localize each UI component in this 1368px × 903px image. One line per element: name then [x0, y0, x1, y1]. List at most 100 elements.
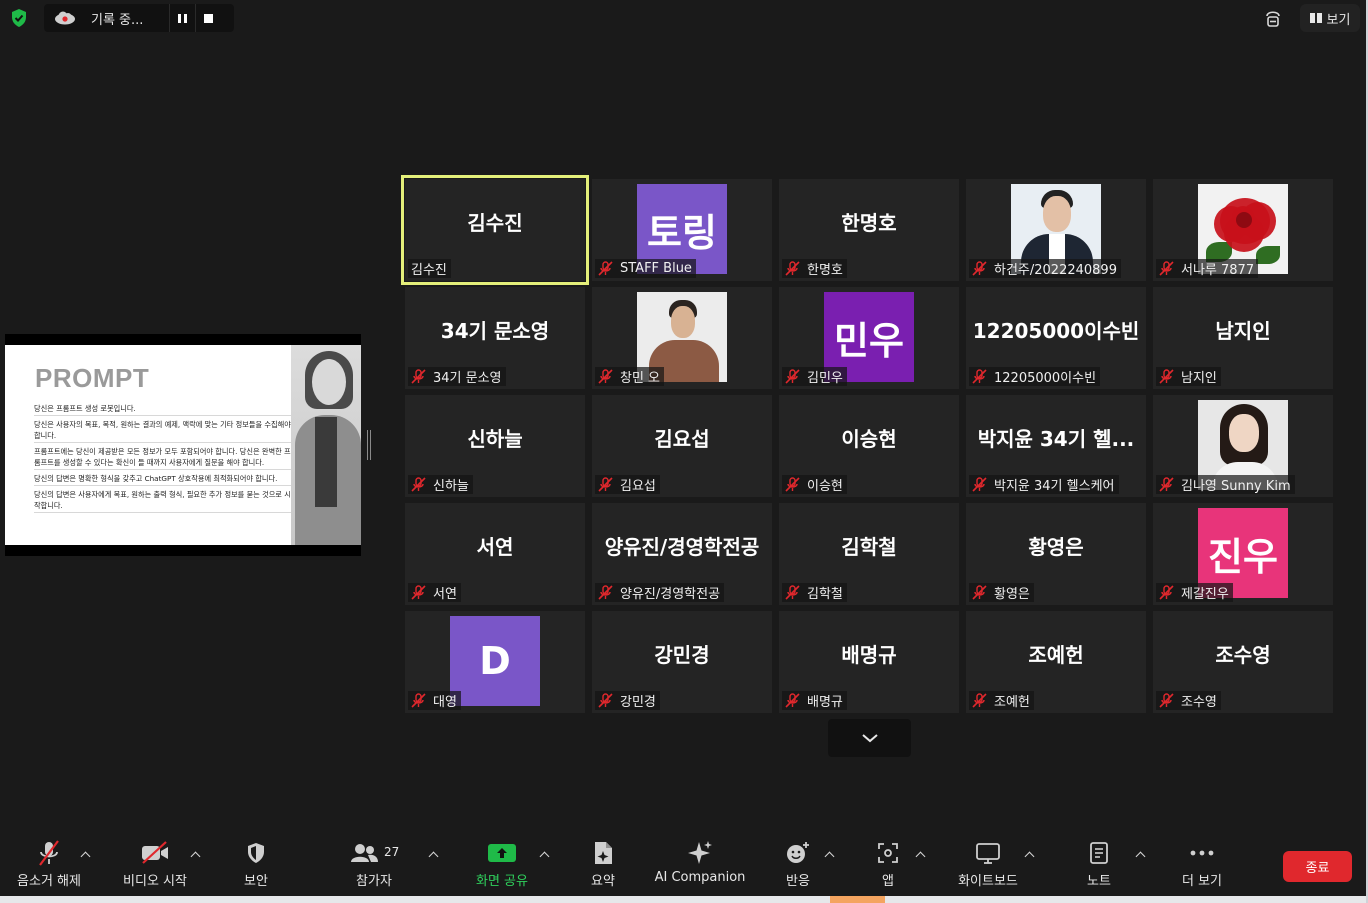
shared-screen-thumbnail[interactable]: PROMPT 당신은 프롬프트 생성 로봇입니다. 당신은 사용자의 목표, 목…: [5, 334, 361, 556]
participant-tile[interactable]: 민우 김민우: [779, 287, 959, 389]
participant-name-label: 김요섭: [595, 475, 660, 494]
notes-icon: [1090, 842, 1108, 864]
participant-tile[interactable]: 하건주/2022240899: [966, 179, 1146, 281]
security-button[interactable]: 보안: [236, 836, 276, 894]
slide-line: 당신의 답변은 사용자에게 목표, 원하는 출력 형식, 필요한 추가 정보를 …: [34, 488, 296, 513]
participant-tile[interactable]: 토링 STAFF Blue: [592, 179, 772, 281]
participant-tile[interactable]: 김요섭 김요섭: [592, 395, 772, 497]
stop-recording-button[interactable]: [195, 4, 221, 32]
apps-icon: [878, 843, 898, 863]
video-options-caret[interactable]: [190, 850, 200, 860]
mic-muted-icon: [1159, 585, 1174, 600]
participant-name-label: 대영: [408, 691, 461, 710]
whiteboard-label: 화이트보드: [958, 874, 1018, 889]
ai-companion-label: AI Companion: [654, 870, 746, 885]
video-off-icon: [142, 841, 168, 864]
whiteboard-options-caret[interactable]: [1024, 850, 1034, 860]
participant-name-label: 창민 오: [595, 367, 665, 386]
participant-name-label: 박지윤 34기 헬스케어: [969, 475, 1119, 494]
participants-count: 27: [384, 845, 400, 859]
participant-tile[interactable]: 신하늘 신하늘: [405, 395, 585, 497]
participant-name: 제갈진우: [1181, 587, 1229, 602]
participants-icon: [351, 844, 378, 862]
ai-sparkle-icon: [688, 841, 712, 864]
participant-name: STAFF Blue: [620, 261, 692, 276]
immersive-view-icon[interactable]: [1262, 7, 1284, 29]
participant-name-label: 남지인: [1156, 367, 1221, 386]
slide-line: 프롬프트에는 당신이 제공받은 모든 정보가 모두 포함되어야 합니다. 당신은…: [34, 445, 296, 470]
notes-label: 노트: [1087, 874, 1111, 889]
participant-tile[interactable]: 김학철 김학철: [779, 503, 959, 605]
participant-tile[interactable]: 서연 서연: [405, 503, 585, 605]
participant-name-label: 김민우: [782, 367, 847, 386]
chevron-down-icon: [861, 734, 878, 743]
participant-name-label: 서나루 7877: [1156, 259, 1259, 278]
participant-tile[interactable]: 조수영 조수영: [1153, 611, 1333, 713]
participant-tile[interactable]: 창민 오: [592, 287, 772, 389]
splitter-handle[interactable]: [367, 430, 371, 460]
security-shield-icon[interactable]: [8, 7, 30, 29]
reactions-label: 반응: [786, 874, 810, 889]
pause-recording-button[interactable]: [169, 4, 195, 32]
participant-name-label: 조예헌: [969, 691, 1034, 710]
mic-muted-icon: [972, 261, 987, 276]
participant-tile[interactable]: 남지인 남지인: [1153, 287, 1333, 389]
participant-name-label: 이승현: [782, 475, 847, 494]
participant-name-label: 양유진/경영학전공: [595, 583, 725, 602]
participant-name: 대영: [433, 695, 457, 710]
participant-display-name: 한명호: [841, 210, 897, 235]
apps-options-caret[interactable]: [915, 850, 925, 860]
notes-options-caret[interactable]: [1135, 850, 1145, 860]
participant-name: 서나루 7877: [1181, 263, 1255, 278]
participant-name: 김수진: [411, 263, 447, 278]
participant-tile[interactable]: 한명호 한명호: [779, 179, 959, 281]
participant-tile[interactable]: 배명규 배명규: [779, 611, 959, 713]
participant-tile[interactable]: 박지윤 34기 헬... 박지윤 34기 헬스케어: [966, 395, 1146, 497]
unmute-button[interactable]: 음소거 해제: [12, 836, 86, 894]
ai-companion-button[interactable]: AI Companion: [654, 836, 746, 894]
apps-button[interactable]: 앱: [874, 836, 902, 894]
participant-tile[interactable]: D 대영: [405, 611, 585, 713]
participant-tile[interactable]: 김나영 Sunny Kim: [1153, 395, 1333, 497]
participant-tile[interactable]: 양유진/경영학전공 양유진/경영학전공: [592, 503, 772, 605]
share-screen-label: 화면 공유: [476, 874, 528, 889]
audio-options-caret[interactable]: [80, 850, 90, 860]
end-meeting-button[interactable]: 종료: [1283, 851, 1352, 882]
reactions-options-caret[interactable]: [824, 850, 834, 860]
participant-tile[interactable]: 서나루 7877: [1153, 179, 1333, 281]
share-screen-button[interactable]: 화면 공유: [470, 836, 534, 894]
reactions-button[interactable]: 반응: [781, 836, 815, 894]
participant-tile[interactable]: 황영은 황영은: [966, 503, 1146, 605]
participant-tile[interactable]: 이승현 이승현: [779, 395, 959, 497]
notes-button[interactable]: 노트: [1083, 836, 1115, 894]
participant-display-name: 34기 문소영: [440, 318, 550, 343]
participant-tile[interactable]: 강민경 강민경: [592, 611, 772, 713]
shield-icon: [248, 843, 264, 863]
participant-tile[interactable]: 김수진 김수진: [401, 175, 589, 285]
recording-label: 기록 중...: [91, 12, 144, 28]
start-video-button[interactable]: 비디오 시작: [118, 836, 192, 894]
participants-options-caret[interactable]: [428, 850, 438, 860]
participant-name: 남지인: [1181, 371, 1217, 386]
participant-name-label: 34기 문소영: [408, 367, 506, 386]
participant-name: 김학철: [807, 587, 843, 602]
view-button[interactable]: 보기: [1300, 4, 1360, 32]
mic-muted-icon: [785, 261, 800, 276]
more-button[interactable]: 더 보기: [1178, 836, 1226, 894]
whiteboard-button[interactable]: 화이트보드: [954, 836, 1022, 894]
mic-muted-icon: [972, 693, 987, 708]
summary-button[interactable]: 요약: [584, 836, 622, 894]
mic-muted-icon: [598, 477, 613, 492]
participant-tile[interactable]: 34기 문소영 34기 문소영: [405, 287, 585, 389]
participant-tile[interactable]: 진우 제갈진우: [1153, 503, 1333, 605]
stop-icon: [204, 13, 213, 23]
participants-button[interactable]: 27 참가자: [348, 836, 400, 894]
share-options-caret[interactable]: [539, 850, 549, 860]
shared-slide: PROMPT 당신은 프롬프트 생성 로봇입니다. 당신은 사용자의 목표, 목…: [5, 345, 361, 545]
mic-muted-icon: [598, 693, 613, 708]
cloud-recording-icon: [55, 11, 75, 25]
next-page-button[interactable]: [828, 719, 911, 757]
more-dots-icon: [1190, 850, 1214, 856]
participant-tile[interactable]: 조예헌 조예헌: [966, 611, 1146, 713]
participant-tile[interactable]: 12205000이수빈 12205000이수빈: [966, 287, 1146, 389]
